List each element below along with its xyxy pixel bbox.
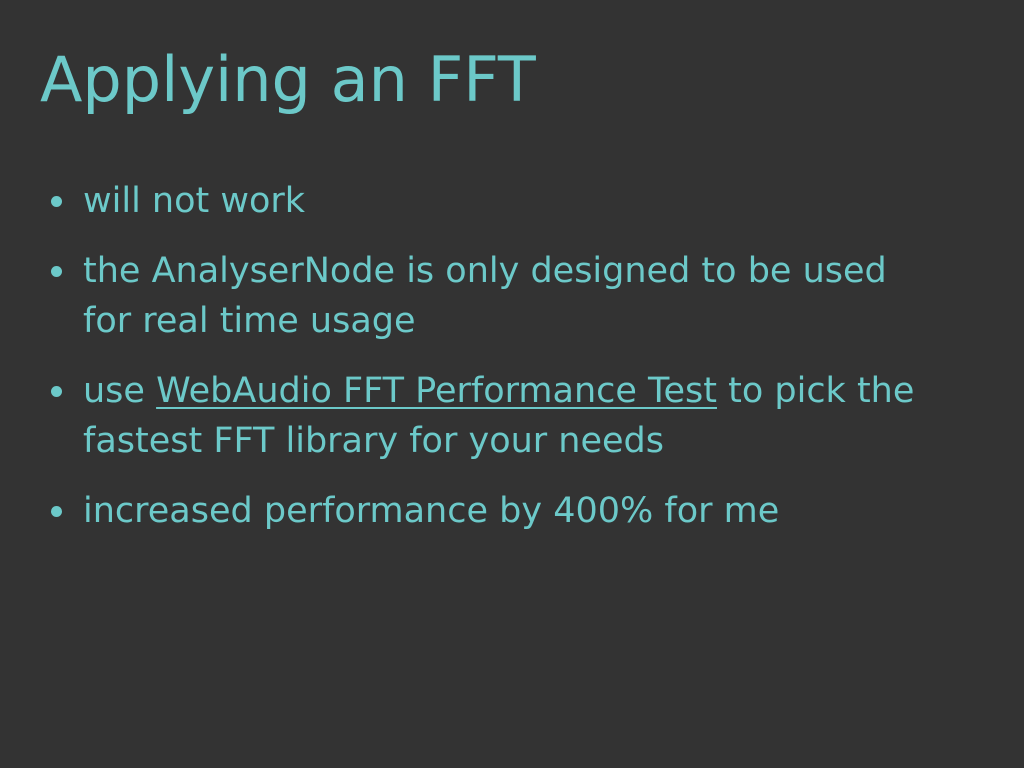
bullet-text: the AnalyserNode is only designed to be … <box>83 251 887 341</box>
bullet-dot-icon <box>51 506 62 517</box>
bullet-list: will not work the AnalyserNode is only d… <box>44 176 944 556</box>
bullet-item: the AnalyserNode is only designed to be … <box>44 246 944 346</box>
bullet-item: increased performance by 400% for me <box>44 486 944 536</box>
bullet-item: use WebAudio FFT Performance Test to pic… <box>44 366 944 466</box>
webaudio-fft-performance-test-link[interactable]: WebAudio FFT Performance Test <box>156 371 717 411</box>
bullet-text-prefix: use <box>83 371 157 411</box>
bullet-dot-icon <box>51 266 62 277</box>
slide: Applying an FFT will not work the Analys… <box>0 0 1024 768</box>
bullet-text: will not work <box>83 181 306 221</box>
slide-title: Applying an FFT <box>40 43 536 116</box>
bullet-text: increased performance by 400% for me <box>83 491 780 531</box>
bullet-dot-icon <box>51 196 62 207</box>
bullet-dot-icon <box>51 386 62 397</box>
bullet-item: will not work <box>44 176 944 226</box>
